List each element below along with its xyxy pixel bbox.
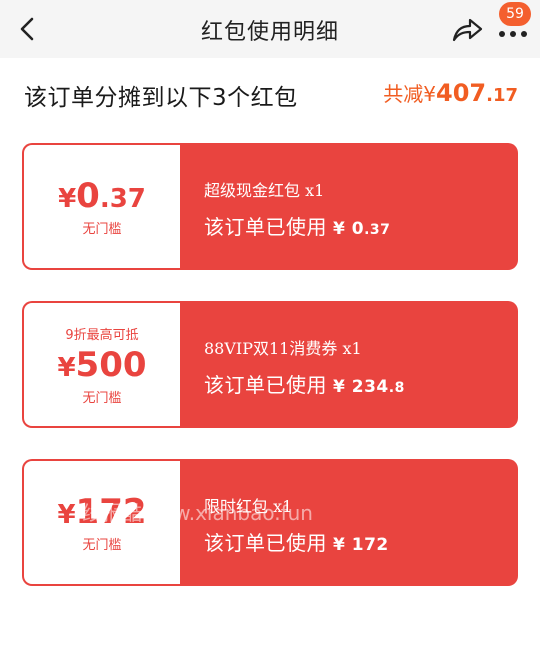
- coupon-amount: ¥0.37: [58, 176, 146, 216]
- coupon-usage: 该订单已使用 ¥ 234.8: [204, 369, 405, 398]
- coupon-amount-integer: 0: [76, 176, 100, 216]
- coupon-name: 超级现金红包 x1: [204, 181, 325, 200]
- coupon-currency: ¥: [58, 184, 77, 214]
- usage-label: 该订单已使用: [204, 373, 327, 397]
- coupon-card[interactable]: ¥172 无门槛 限时红包 x1 该订单已使用 ¥ 172: [22, 459, 518, 586]
- usage-amount: ¥ 172: [333, 535, 389, 555]
- total-integer: 407: [436, 79, 487, 107]
- coupon-value-panel: ¥0.37 无门槛: [24, 145, 180, 268]
- coupon-info: 限时红包 x1 该订单已使用 ¥ 172: [204, 459, 508, 586]
- usage-amount: ¥ 0.37: [333, 219, 390, 239]
- coupon-threshold: 无门槛: [82, 390, 122, 406]
- coupon-usage: 该订单已使用 ¥ 172: [204, 527, 389, 556]
- coupon-name: 88VIP双11消费券 x1: [204, 339, 362, 358]
- coupon-discount-label: 9折最高可抵: [65, 327, 139, 343]
- coupon-currency: ¥: [57, 500, 76, 530]
- usage-amount: ¥ 234.8: [333, 377, 405, 397]
- coupon-amount-integer: 172: [75, 492, 147, 532]
- coupon-value-panel: 9折最高可抵 ¥500 无门槛: [24, 303, 180, 426]
- usage-integer: 0: [351, 219, 365, 239]
- coupon-card[interactable]: 9折最高可抵 ¥500 无门槛 88VIP双11消费券 x1 该订单已使用 ¥ 2…: [22, 301, 518, 428]
- coupon-amount: ¥172: [57, 492, 146, 532]
- coupon-name: 限时红包 x1: [204, 497, 293, 516]
- usage-integer: 172: [351, 535, 389, 555]
- notification-badge: 59: [499, 2, 531, 26]
- usage-integer: 234: [351, 377, 389, 397]
- total-discount: 共减¥407.17: [383, 78, 518, 107]
- summary-title: 该订单分摊到以下3个红包: [24, 85, 298, 111]
- usage-currency: ¥: [333, 219, 346, 239]
- coupon-info: 超级现金红包 x1 该订单已使用 ¥ 0.37: [204, 143, 508, 270]
- coupon-info: 88VIP双11消费券 x1 该订单已使用 ¥ 234.8: [204, 301, 508, 428]
- coupon-value-panel: ¥172 无门槛: [24, 461, 180, 584]
- coupon-card[interactable]: ¥0.37 无门槛 超级现金红包 x1 该订单已使用 ¥ 0.37: [22, 143, 518, 270]
- total-prefix: 共减: [383, 82, 424, 106]
- coupon-usage: 该订单已使用 ¥ 0.37: [204, 211, 390, 240]
- total-currency: ¥: [423, 82, 436, 106]
- coupon-amount-decimal: .37: [99, 184, 146, 214]
- usage-currency: ¥: [333, 377, 346, 397]
- usage-label: 该订单已使用: [204, 531, 327, 555]
- share-icon: [452, 18, 483, 42]
- navigation-bar: 红包使用明细 59: [0, 0, 540, 58]
- coupon-threshold: 无门槛: [82, 538, 122, 553]
- share-button[interactable]: [450, 14, 484, 46]
- coupon-amount: ¥500: [57, 345, 146, 385]
- usage-decimal: .8: [388, 380, 405, 396]
- usage-label: 该订单已使用: [204, 215, 327, 239]
- usage-currency: ¥: [333, 535, 346, 555]
- coupon-threshold: 无门槛: [82, 222, 122, 237]
- coupon-currency: ¥: [57, 352, 76, 383]
- coupon-amount-integer: 500: [75, 344, 147, 385]
- total-decimal: .17: [486, 85, 518, 106]
- usage-decimal: .37: [364, 222, 391, 238]
